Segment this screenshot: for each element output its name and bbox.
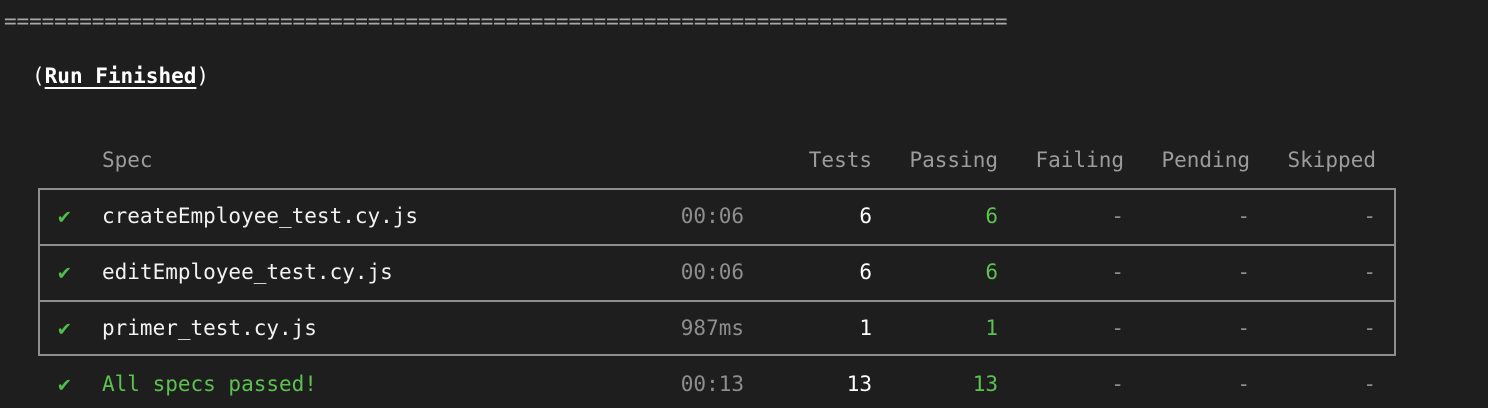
header-skipped: Skipped bbox=[1287, 148, 1376, 172]
passing-count: 6 bbox=[985, 260, 998, 284]
total-failing: - bbox=[1111, 372, 1124, 396]
paren-open: ( bbox=[32, 64, 45, 88]
failing-count: - bbox=[1111, 260, 1124, 284]
passing-count: 6 bbox=[985, 204, 998, 228]
spec-name: primer_test.cy.js bbox=[102, 316, 317, 340]
run-finished-heading: (Run Finished) bbox=[32, 60, 209, 92]
passing-count: 1 bbox=[985, 316, 998, 340]
header-pending: Pending bbox=[1161, 148, 1250, 172]
skipped-count: - bbox=[1363, 260, 1376, 284]
tests-count: 6 bbox=[859, 260, 872, 284]
failing-count: - bbox=[1111, 316, 1124, 340]
pending-count: - bbox=[1237, 204, 1250, 228]
total-pending: - bbox=[1237, 372, 1250, 396]
failing-count: - bbox=[1111, 204, 1124, 228]
tests-count: 1 bbox=[859, 316, 872, 340]
duration: 00:06 bbox=[680, 204, 744, 228]
header-passing: Passing bbox=[909, 148, 998, 172]
row-separator bbox=[38, 300, 1396, 302]
duration: 00:06 bbox=[680, 260, 744, 284]
check-icon: ✔ bbox=[58, 260, 71, 284]
total-skipped: - bbox=[1363, 372, 1376, 396]
check-icon: ✔ bbox=[58, 372, 71, 396]
header-failing: Failing bbox=[1035, 148, 1124, 172]
pending-count: - bbox=[1237, 316, 1250, 340]
paren-close: ) bbox=[196, 64, 210, 88]
total-tests: 13 bbox=[846, 372, 872, 396]
row-separator bbox=[38, 244, 1396, 246]
header-spec: Spec bbox=[102, 148, 153, 172]
divider-line: ========================================… bbox=[4, 9, 1008, 33]
summary-label: All specs passed! bbox=[102, 372, 317, 396]
check-icon: ✔ bbox=[58, 204, 71, 228]
spec-name: editEmployee_test.cy.js bbox=[102, 260, 393, 284]
check-icon: ✔ bbox=[58, 316, 71, 340]
total-duration: 00:13 bbox=[680, 372, 744, 396]
spec-name: createEmployee_test.cy.js bbox=[102, 204, 419, 228]
run-finished-title: Run Finished bbox=[44, 64, 197, 88]
header-tests: Tests bbox=[808, 148, 872, 172]
pending-count: - bbox=[1237, 260, 1250, 284]
duration: 987ms bbox=[680, 316, 744, 340]
skipped-count: - bbox=[1363, 204, 1376, 228]
skipped-count: - bbox=[1363, 316, 1376, 340]
total-passing: 13 bbox=[972, 372, 998, 396]
tests-count: 6 bbox=[859, 204, 872, 228]
